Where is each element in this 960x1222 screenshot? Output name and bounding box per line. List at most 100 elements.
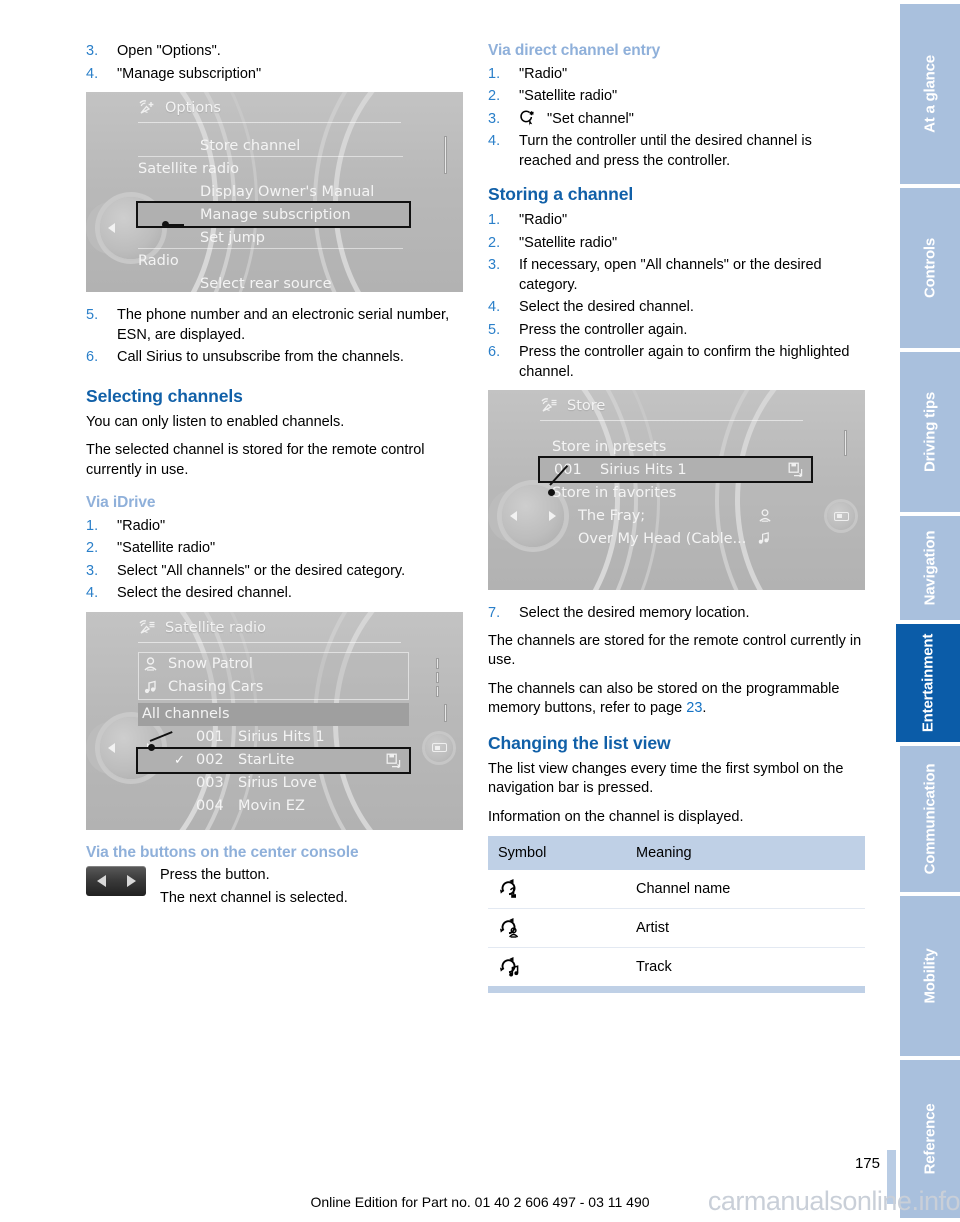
- sidebar-tab-label: Mobility: [921, 948, 939, 1004]
- satellite-antenna-plus-icon: [139, 100, 154, 114]
- favorite-name: The Fray;: [578, 507, 646, 524]
- artist-icon: [759, 509, 771, 522]
- screen-icon: [431, 743, 447, 753]
- list-item: 6. Call Sirius to unsubscribe from the c…: [86, 348, 463, 368]
- sidebar-tab-controls[interactable]: Controls: [900, 188, 960, 348]
- paragraph-text: The channels can also be stored on the p…: [488, 680, 840, 717]
- section-heading-selecting-channels: Selecting channels: [86, 385, 243, 406]
- symbol-cell: [488, 908, 626, 949]
- sidebar-tab-navigation[interactable]: Navigation: [900, 516, 960, 620]
- step-text: "Radio": [117, 517, 166, 534]
- favorite-name: Over My Head (Cable...: [578, 530, 747, 547]
- set-channel-icon: [520, 110, 534, 126]
- paragraph-with-page-ref: The channels can also be stored on the p…: [488, 680, 865, 719]
- step-number: 5.: [86, 307, 99, 323]
- steps-via-idrive: 1. "Radio" 2. "Satellite radio" 3. Selec…: [86, 517, 463, 604]
- channel-row[interactable]: 001 Sirius Hits 1: [138, 726, 409, 749]
- list-item: 2. "Satellite radio": [488, 87, 865, 107]
- step-number: 4.: [86, 65, 99, 82]
- menu-item-radio[interactable]: Radio: [138, 249, 409, 272]
- artist-name: Snow Patrol: [168, 656, 253, 673]
- step-number: 2.: [86, 540, 99, 557]
- step-number: 1.: [488, 65, 501, 82]
- list-item: 2. "Satellite radio": [488, 234, 865, 254]
- screen-title: Satellite radio: [165, 619, 266, 636]
- page-reference-link[interactable]: 23: [686, 700, 702, 716]
- satellite-antenna-list-icon: [139, 619, 155, 634]
- list-item: 1. "Radio": [86, 517, 463, 537]
- column-header-meaning: Meaning: [626, 836, 865, 871]
- channel-row[interactable]: 004 Movin EZ: [138, 795, 409, 818]
- scroll-tick: [444, 703, 447, 722]
- section-heading-storing-a-channel: Storing a channel: [488, 184, 634, 205]
- callout-dot: [162, 221, 169, 228]
- step-number: 1.: [488, 212, 501, 229]
- step-text: Turn the controller until the desired ch…: [519, 133, 812, 169]
- left-arrow-icon: [108, 742, 115, 753]
- favorite-row-track[interactable]: Over My Head (Cable...: [540, 527, 811, 550]
- menu-item-label: Display Owner's Manual: [200, 183, 375, 200]
- subheading-via-idrive: Via iDrive: [86, 494, 156, 511]
- track-name: Chasing Cars: [168, 679, 264, 696]
- music-note-icon: [758, 532, 769, 544]
- menu-item-display-owners-manual[interactable]: Display Owner's Manual: [138, 180, 409, 203]
- screen-title: Options: [165, 100, 221, 116]
- list-item: 7. Select the desired memory location.: [488, 604, 865, 624]
- idrive-screenshot-options: Options Store channel Satellite radio Di…: [86, 92, 463, 292]
- favorite-row-artist[interactable]: The Fray;: [540, 504, 811, 527]
- screen-title-bar: Satellite radio: [138, 620, 411, 636]
- scroll-tick: [844, 430, 847, 457]
- sidebar-tab-driving-tips[interactable]: Driving tips: [900, 352, 960, 512]
- menu-item-label: Manage subscription: [200, 206, 351, 223]
- chapter-tab-sidebar: At a glance Controls Driving tips Naviga…: [896, 0, 960, 1222]
- screen-title-bar: Store: [540, 398, 813, 414]
- step-text: The phone number and an electronic seria…: [117, 307, 450, 343]
- menu-item-satellite-radio[interactable]: Satellite radio: [138, 157, 409, 180]
- preset-row-selected[interactable]: 001 Sirius Hits 1: [538, 456, 813, 484]
- step-text: "Satellite radio": [519, 88, 618, 105]
- step-number: 3.: [488, 257, 501, 274]
- menu-item-store-channel[interactable]: Store channel: [138, 134, 409, 157]
- menu-item-select-rear-source[interactable]: Select rear source: [138, 272, 409, 292]
- preset-name: Sirius Hits 1: [600, 461, 687, 478]
- menu-item-label: Radio: [138, 252, 179, 269]
- channel-name: Sirius Love: [238, 775, 317, 792]
- category-label: All channels: [142, 706, 230, 723]
- display-toggle-button[interactable]: [827, 502, 855, 531]
- sidebar-tab-mobility[interactable]: Mobility: [900, 896, 960, 1056]
- menu-item-set-jump[interactable]: Set jump: [138, 226, 409, 249]
- category-band-all-channels[interactable]: All channels: [138, 702, 409, 726]
- channel-row-selected[interactable]: ✓ 002 StarLite: [136, 746, 411, 774]
- step-text: Select the desired channel.: [117, 585, 292, 602]
- menu-item-manage-subscription[interactable]: Manage subscription: [136, 201, 411, 228]
- step-text: Press the controller again to confirm th…: [519, 344, 850, 380]
- step-number: 7.: [488, 605, 501, 622]
- now-playing-track: Chasing Cars: [138, 676, 409, 699]
- sidebar-tab-communication[interactable]: Communication: [900, 746, 960, 892]
- screen-title: Store: [567, 398, 606, 415]
- step-number: 4.: [488, 133, 501, 150]
- page-number: 175: [854, 1155, 880, 1172]
- sidebar-tab-label: Controls: [921, 237, 939, 299]
- music-note-icon: [144, 680, 156, 693]
- channel-name: Movin EZ: [238, 798, 305, 815]
- idrive-screenshot-satellite-radio: Satellite radio Snow Patrol Chasing Cars…: [86, 611, 463, 830]
- step-text: "Radio": [519, 212, 568, 229]
- step-number: 2.: [488, 88, 501, 105]
- seek-prev-next-button[interactable]: [86, 866, 146, 897]
- next-arrow-icon: [126, 875, 136, 888]
- sidebar-tab-at-a-glance[interactable]: At a glance: [900, 4, 960, 184]
- menu-item-label: Store channel: [200, 137, 301, 154]
- paragraph: Information on the channel is displayed.: [488, 808, 744, 825]
- menu-item-label: Select rear source: [200, 275, 332, 292]
- list-item: 4. "Manage subscription": [86, 65, 463, 85]
- callout-dot: [148, 743, 155, 751]
- channel-row[interactable]: 003 Sirius Love: [138, 772, 409, 795]
- symbol-cell: [488, 870, 626, 910]
- display-toggle-button[interactable]: [425, 733, 453, 762]
- section-heading-changing-the-list-view: Changing the list view: [488, 732, 671, 753]
- subheading-via-buttons: Via the buttons on the center console: [86, 843, 359, 861]
- step-text: "Set channel": [547, 110, 634, 127]
- options-menu-list: Store channel Satellite radio Display Ow…: [136, 134, 411, 292]
- sidebar-tab-entertainment[interactable]: Entertainment: [896, 624, 960, 742]
